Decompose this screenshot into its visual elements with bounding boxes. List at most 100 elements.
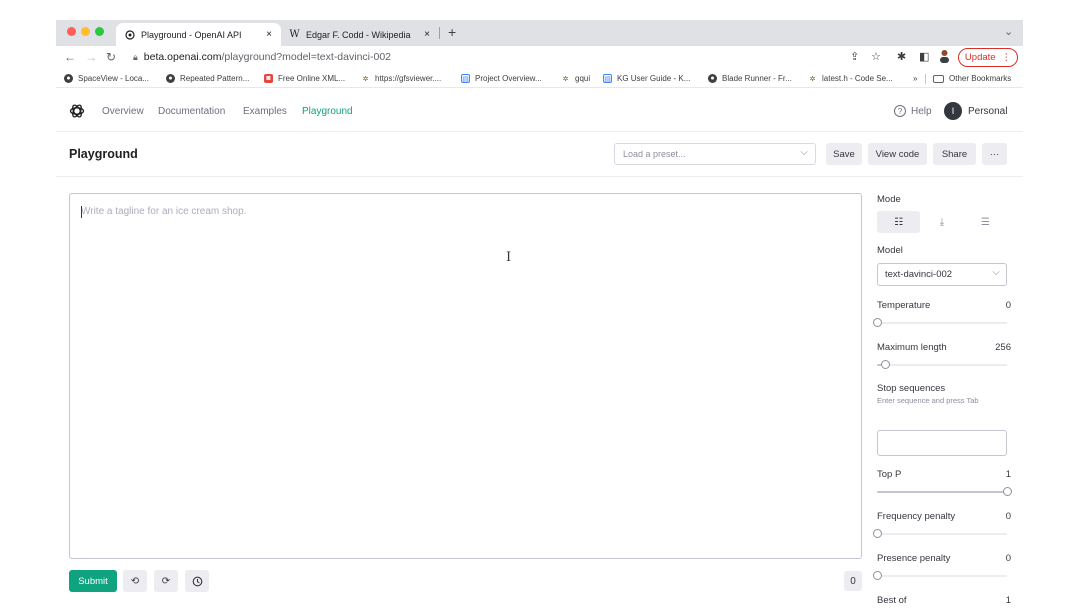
- submit-button[interactable]: Submit: [69, 570, 117, 592]
- avatar[interactable]: I: [944, 102, 962, 120]
- forward-arrow-icon[interactable]: →: [85, 50, 97, 64]
- bookmark-label: Free Online XML...: [278, 74, 346, 83]
- temperature-slider[interactable]: [873, 318, 1007, 327]
- bookmark-item[interactable]: ◙ Free Online XML...: [264, 74, 345, 83]
- tab-search-chevron-icon[interactable]: ⌄: [1004, 25, 1013, 38]
- url-path: /playground?model=text-davinci-002: [221, 51, 392, 63]
- bookmark-item[interactable]: ● Blade Runner - Fr...: [708, 74, 792, 83]
- address-bar-row: ← → ↻ 🔒︎ beta.openai.com/playground?model…: [56, 46, 1023, 70]
- app-header: Overview Documentation Examples Playgrou…: [56, 92, 1023, 132]
- close-tab-icon[interactable]: ×: [424, 29, 430, 40]
- bookmark-item[interactable]: ● SpaceView - Loca...: [64, 74, 149, 83]
- top-p-label: Top P: [877, 469, 902, 480]
- regenerate-icon[interactable]: ⟳: [154, 570, 178, 592]
- bookmark-item[interactable]: ▤ Project Overview...: [461, 74, 542, 83]
- update-button[interactable]: Update ⋮: [958, 48, 1018, 67]
- bookmarks-bar: ● SpaceView - Loca... ● Repeated Pattern..…: [56, 70, 1023, 88]
- lock-icon: 🔒︎: [133, 52, 138, 62]
- doc-icon: ▤: [603, 74, 612, 83]
- frequency-penalty-label: Frequency penalty: [877, 511, 956, 522]
- tab-playground[interactable]: Playground - OpenAI API ×: [116, 23, 281, 46]
- back-arrow-icon[interactable]: ←: [64, 50, 76, 64]
- more-options-button[interactable]: ···: [982, 143, 1007, 165]
- folder-icon: [933, 74, 944, 83]
- bookmark-star-icon[interactable]: ☆: [871, 50, 881, 63]
- update-label: Update: [964, 52, 996, 63]
- preset-placeholder: Load a preset...: [623, 149, 686, 159]
- new-tab-button[interactable]: +: [448, 24, 456, 40]
- slider-thumb[interactable]: [873, 318, 882, 327]
- openai-logo-icon[interactable]: [69, 103, 85, 124]
- page-header: Playground Load a preset... ⌵ Save View …: [56, 132, 1023, 177]
- tab-strip: Playground - OpenAI API × W Edgar F. Cod…: [56, 20, 1023, 46]
- history-icon[interactable]: [185, 570, 209, 592]
- mode-label: Mode: [877, 194, 901, 205]
- share-button[interactable]: Share: [933, 143, 976, 165]
- insert-mode-icon[interactable]: ⤓: [920, 211, 963, 233]
- tab-wikipedia[interactable]: W Edgar F. Codd - Wikipedia ×: [281, 23, 439, 46]
- chevron-down-icon: ⌵: [800, 147, 808, 158]
- save-button[interactable]: Save: [826, 143, 862, 165]
- slider-thumb[interactable]: [880, 360, 890, 369]
- preset-select[interactable]: Load a preset... ⌵: [614, 143, 816, 165]
- share-page-icon[interactable]: ⇪: [850, 50, 859, 63]
- page-title: Playground: [69, 147, 138, 161]
- zoom-window-dot[interactable]: [95, 27, 104, 36]
- nav-examples[interactable]: Examples: [243, 106, 287, 117]
- prompt-textarea[interactable]: Write a tagline for an ice cream shop.: [69, 193, 862, 559]
- slider-thumb[interactable]: [873, 571, 882, 580]
- bookmark-item[interactable]: ✲ gqui: [561, 74, 591, 83]
- best-of-value[interactable]: 1: [1006, 595, 1011, 606]
- slider-thumb[interactable]: [1003, 487, 1012, 496]
- model-select[interactable]: text-davinci-002 ⌵: [877, 263, 1007, 286]
- presence-penalty-slider[interactable]: [873, 571, 1007, 580]
- nav-playground[interactable]: Playground: [302, 106, 353, 117]
- url-field[interactable]: 🔒︎ beta.openai.com/playground?model=text-…: [133, 51, 391, 63]
- top-p-value[interactable]: 1: [1006, 469, 1011, 480]
- token-count: 0: [844, 571, 862, 591]
- bookmark-item[interactable]: ✲ latest.h - Code Se...: [808, 74, 893, 83]
- bookmark-label: KG User Guide - K...: [617, 74, 691, 83]
- frequency-penalty-slider[interactable]: [873, 529, 1007, 538]
- bookmark-label: https://gfsviewer....: [375, 74, 442, 83]
- other-bookmarks-folder[interactable]: Other Bookmarks: [933, 74, 1011, 83]
- bookmark-label: SpaceView - Loca...: [78, 74, 150, 83]
- profile-avatar-icon[interactable]: [939, 49, 950, 66]
- account-label[interactable]: Personal: [968, 106, 1007, 117]
- slider-thumb[interactable]: [873, 529, 882, 538]
- close-window-dot[interactable]: [67, 27, 76, 36]
- undo-icon[interactable]: ⟲: [123, 570, 147, 592]
- nav-documentation[interactable]: Documentation: [158, 106, 225, 117]
- bookmarks-overflow-button[interactable]: »: [913, 74, 917, 83]
- doc-icon: ▤: [461, 74, 470, 83]
- view-code-button[interactable]: View code: [868, 143, 927, 165]
- prompt-placeholder: Write a tagline for an ice cream shop.: [81, 206, 247, 217]
- bookmark-item[interactable]: ✲ https://gfsviewer....: [361, 74, 442, 83]
- temperature-value[interactable]: 0: [1006, 300, 1011, 311]
- bookmark-label: Other Bookmarks: [949, 74, 1012, 83]
- bookmark-item[interactable]: ▤ KG User Guide - K...: [603, 74, 690, 83]
- browser-window: Playground - OpenAI API × W Edgar F. Cod…: [56, 20, 1023, 608]
- wikipedia-icon: W: [289, 29, 300, 40]
- mode-toggle: ☷ ⤓ ☰: [877, 211, 1007, 233]
- close-tab-icon[interactable]: ×: [266, 29, 272, 40]
- complete-mode-icon[interactable]: ☷: [877, 211, 921, 233]
- bookmark-label: Project Overview...: [475, 74, 542, 83]
- bookmark-item[interactable]: ● Repeated Pattern...: [166, 74, 249, 83]
- minimize-window-dot[interactable]: [81, 27, 90, 36]
- bookmark-label: gqui: [575, 74, 591, 83]
- stop-sequences-input[interactable]: [877, 430, 1007, 456]
- side-panel-icon[interactable]: ◧: [919, 50, 929, 63]
- help-link[interactable]: ? Help: [894, 105, 932, 117]
- edit-mode-icon[interactable]: ☰: [964, 211, 1007, 233]
- bookmark-label: latest.h - Code Se...: [822, 74, 893, 83]
- nav-overview[interactable]: Overview: [102, 106, 144, 117]
- max-length-slider[interactable]: [877, 360, 1007, 369]
- reload-icon[interactable]: ↻: [106, 50, 116, 64]
- top-p-slider[interactable]: [877, 487, 1012, 496]
- max-length-value[interactable]: 256: [995, 342, 1011, 353]
- presence-penalty-value[interactable]: 0: [1006, 553, 1011, 564]
- extensions-puzzle-icon[interactable]: ✱: [897, 50, 906, 63]
- frequency-penalty-value[interactable]: 0: [1006, 511, 1011, 522]
- globe-icon: ●: [708, 74, 717, 83]
